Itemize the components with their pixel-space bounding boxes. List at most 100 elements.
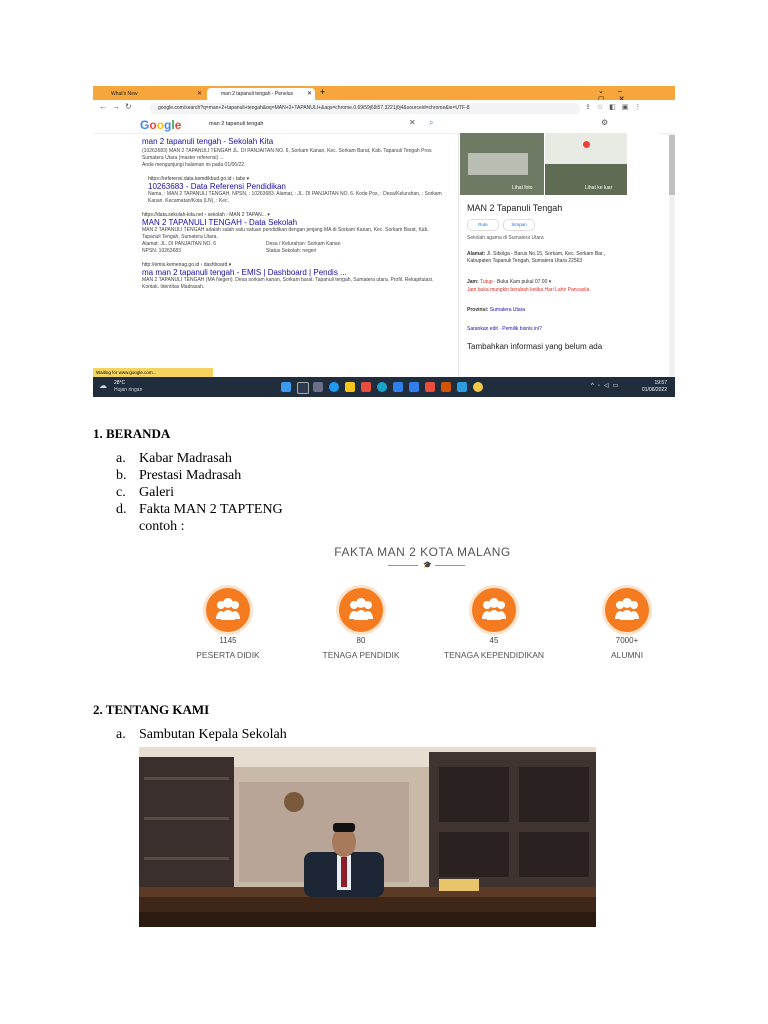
app-icon[interactable]	[457, 382, 467, 392]
list-item: b. Prestasi Madrasah	[116, 468, 516, 485]
place-address: Alamat: Jl. Sibolga - Barus No.15, Sorka…	[467, 251, 623, 265]
add-info-heading: Tambahkan informasi yang belum ada	[467, 342, 603, 351]
result-title[interactable]: man 2 tapanuli tengah - Sekolah Kita	[142, 137, 442, 146]
suggest-edit-link[interactable]: Sarankan edit · Pemilik bisnis ini?	[467, 326, 542, 332]
clock-date[interactable]: 01/06/2022	[637, 387, 667, 393]
store-icon[interactable]	[361, 382, 371, 392]
url-input[interactable]: google.com/search?q=man+2+tapanuli+tenga…	[150, 103, 580, 114]
stat-label: TENAGA PENDIDIK	[322, 650, 400, 660]
place-province: Provinsi: Sumatera Utara	[467, 307, 525, 313]
chrome-icon[interactable]	[473, 382, 483, 392]
google-search-bar: Google man 2 tapanuli tengah ✕ ⌕ ⚙	[93, 117, 675, 134]
list-marker: a.	[116, 451, 126, 466]
new-tab-icon[interactable]: +	[320, 87, 325, 97]
close-icon[interactable]: ✕	[307, 88, 312, 100]
section-heading: 1. BERANDA	[93, 426, 171, 441]
list-item-text: Fakta MAN 2 TAPTENG	[139, 502, 283, 517]
result-snippet: MAN 2 TAPANULI TENGAH adalah salah satu …	[142, 227, 429, 240]
fakta-panel: FAKTA MAN 2 KOTA MALANG 🎓 1145 80 45 700…	[141, 532, 704, 670]
edge-icon[interactable]	[329, 382, 339, 392]
result-title[interactable]: 10263683 - Data Referensi Pendidikan	[142, 182, 442, 191]
hours-note: Jam buka mungkin berubah ketika Hari Lah…	[467, 287, 590, 293]
detail-status: Status Sekolah: negeri	[266, 248, 317, 254]
search-results: man 2 tapanuli tengah - Sekolah Kita (10…	[142, 137, 442, 291]
people-icon	[469, 585, 519, 635]
stat-label: TENAGA KEPENDIDIKAN	[443, 650, 545, 660]
knowledge-panel: Lihat foto Lihat ke luar MAN 2 Tapanuli …	[458, 133, 659, 378]
list-marker: c.	[116, 485, 126, 500]
graduation-cap-icon: 🎓	[423, 562, 432, 569]
office-icon[interactable]	[425, 382, 435, 392]
address-bar: ←→↻ google.com/search?q=man+2+tapanuli+t…	[93, 100, 675, 118]
save-button[interactable]: Simpan	[503, 219, 535, 231]
province-value: Sumatera Utara	[489, 307, 526, 313]
mail-icon[interactable]	[409, 382, 419, 392]
clear-icon[interactable]: ✕	[409, 118, 416, 127]
people-icon	[602, 585, 652, 635]
list-marker: a.	[116, 727, 126, 742]
scrollbar[interactable]	[669, 133, 675, 377]
map-thumbnail[interactable]	[545, 133, 627, 164]
weather-desc: Hujan ringan	[114, 387, 143, 393]
route-button[interactable]: Rute	[467, 219, 499, 231]
province-label: Provinsi:	[467, 307, 489, 313]
search-icon[interactable]	[297, 382, 309, 394]
list-item: c. Galeri	[116, 485, 516, 502]
google-logo[interactable]: Google	[140, 118, 181, 132]
result-title[interactable]: ma man 2 tapanuli tengah - EMIS | Dashbo…	[142, 268, 442, 277]
status-text: Waiting for www.google.com...	[93, 368, 213, 377]
word-icon[interactable]	[393, 382, 403, 392]
stat-label: ALUMNI	[610, 650, 644, 660]
result-snippet: MAN 2 TAPANULI TENGAH (MA Negeri). Desa …	[142, 277, 434, 290]
place-hours[interactable]: Jam: Tutup · Buka Kam pukul 07.00 ▾	[467, 279, 623, 286]
close-icon[interactable]: ✕	[197, 88, 202, 100]
tab-google-search[interactable]: man 2 tapanuli tengah - Penelus ✕	[207, 88, 315, 100]
stat-value: 45	[489, 636, 499, 645]
list-item: d. Fakta MAN 2 TAPTENG	[116, 502, 516, 519]
taskbar: ☁ 28°C Hujan ringan ^◦◁▭ 19:57 01/06/202…	[93, 377, 675, 397]
list-item-text: Sambutan Kepala Sekolah	[139, 727, 287, 742]
outside-label: Lihat ke luar	[585, 185, 613, 191]
hours-label: Jam:	[467, 279, 479, 285]
system-tray-icons[interactable]: ^◦◁▭	[591, 382, 622, 389]
tab-whats-new[interactable]: What's New ✕	[97, 88, 205, 100]
list-tentang-kami: a. Sambutan Kepala Sekolah	[116, 727, 516, 744]
result-title[interactable]: MAN 2 TAPANULI TENGAH - Data Sekolah	[142, 218, 442, 227]
list-item: a. Sambutan Kepala Sekolah	[116, 727, 516, 744]
browser-screenshot: What's New ✕ man 2 tapanuli tengah - Pen…	[93, 86, 675, 397]
address-value: Jl. Sibolga - Barus No.15, Sorkam, Kec. …	[467, 251, 606, 264]
building-shape	[468, 153, 528, 175]
clock-time[interactable]: 19:57	[641, 380, 667, 386]
result-snippet: Nama, : MAN 2 TAPANULI TENGAH. NPSN, : 1…	[148, 191, 442, 204]
school-photo[interactable]: Lihat foto	[460, 133, 544, 195]
result-details: Alamat: JL. DI PANJAITAN NO. 6 NPSN: 102…	[142, 241, 442, 255]
app-icon[interactable]	[377, 382, 387, 392]
hours-open: · Buka Kam pukul 07.00 ▾	[492, 279, 552, 285]
nav-arrows-icon[interactable]: ←→↻	[99, 102, 137, 111]
search-icon[interactable]: ⌕	[429, 118, 433, 128]
list-marker: b.	[116, 468, 127, 483]
map-pin-icon	[583, 141, 590, 148]
list-item: a. Kabar Madrasah	[116, 451, 516, 468]
people-icon	[336, 585, 386, 635]
weather-icon: ☁	[99, 381, 107, 390]
tab-label: man 2 tapanuli tengah - Penelus	[221, 91, 293, 97]
street-view-thumbnail[interactable]: Lihat ke luar	[545, 164, 627, 195]
weather-temp: 28°C	[114, 380, 126, 386]
start-icon[interactable]	[281, 382, 291, 392]
task-view-icon[interactable]	[313, 382, 323, 392]
toolbar-icons[interactable]: ⇪☆◧▣⋮	[585, 103, 647, 111]
stat-value: 1145	[219, 636, 237, 645]
divider-right	[435, 565, 465, 566]
settings-icon[interactable]: ⚙	[601, 118, 608, 127]
place-category: Sekolah agama di Sumatera Utara	[467, 235, 544, 241]
file-explorer-icon[interactable]	[345, 382, 355, 392]
pdf-icon[interactable]	[441, 382, 451, 392]
headmaster-photo	[139, 747, 596, 927]
result-visited: Anda mengunjungi halaman ini pada 01/06/…	[142, 162, 246, 168]
fakta-title: FAKTA MAN 2 KOTA MALANG	[334, 545, 511, 559]
scrollbar-thumb[interactable]	[669, 135, 675, 195]
tab-label: What's New	[111, 91, 138, 97]
list-item-text: Kabar Madrasah	[139, 451, 232, 466]
detail-alamat: Alamat: JL. DI PANJAITAN NO. 6	[142, 241, 216, 247]
